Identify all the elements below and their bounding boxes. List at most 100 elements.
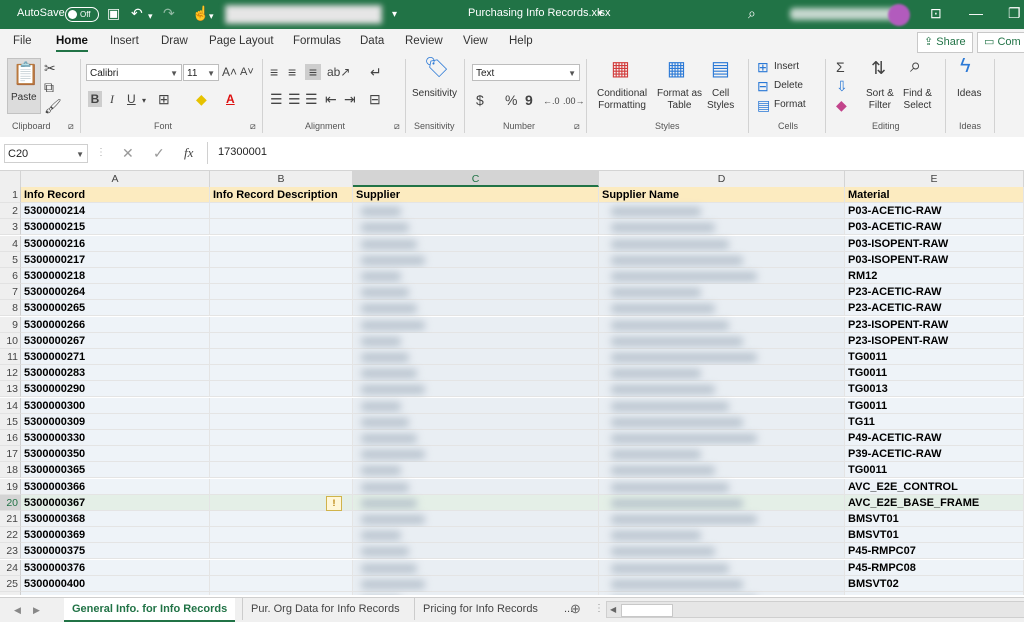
- row-header[interactable]: 1: [0, 187, 21, 203]
- cell-e[interactable]: P03-ISOPENT-RAW: [845, 251, 1024, 268]
- cell-c1[interactable]: Supplier: [353, 187, 599, 203]
- insert-cells-icon[interactable]: ⊞: [757, 59, 769, 75]
- cell-e[interactable]: BMSVT02: [845, 575, 1024, 592]
- cell-a[interactable]: 5300000366: [21, 478, 210, 495]
- delete-cells-label[interactable]: Delete: [774, 80, 803, 92]
- row-header[interactable]: 18: [0, 462, 21, 479]
- share-button[interactable]: ⇪ Share: [917, 32, 973, 53]
- cell-a[interactable]: 5300000214: [21, 203, 210, 220]
- insert-function-icon[interactable]: fx: [184, 145, 193, 161]
- row-header[interactable]: 6: [0, 268, 21, 284]
- restore-icon[interactable]: ❐: [1008, 5, 1021, 21]
- cell-b[interactable]: [210, 446, 353, 463]
- cell-b[interactable]: [210, 332, 353, 349]
- paste-button[interactable]: 📋 Paste: [7, 58, 41, 114]
- file-title[interactable]: Purchasing Info Records.xlsx: [468, 7, 610, 19]
- wrap-text-icon[interactable]: ↵: [370, 64, 382, 80]
- row-header[interactable]: 2: [0, 203, 21, 220]
- cell-a[interactable]: 5300000368: [21, 511, 210, 527]
- tab-draw[interactable]: Draw: [161, 35, 188, 47]
- font-name-combo[interactable]: Calibri ▼: [86, 64, 182, 81]
- row-header[interactable]: 3: [0, 219, 21, 236]
- cell-a[interactable]: 5300000266: [21, 316, 210, 333]
- cell-e[interactable]: P23-ACETIC-RAW: [845, 300, 1024, 317]
- cell-e[interactable]: P23-ISOPENT-RAW: [845, 332, 1024, 349]
- cell-e[interactable]: P23-ACETIC-RAW: [845, 284, 1024, 301]
- enter-icon[interactable]: ✓: [153, 145, 165, 161]
- row-header[interactable]: 9: [0, 316, 21, 333]
- tab-file[interactable]: File: [13, 35, 32, 47]
- delete-cells-icon[interactable]: ⊟: [757, 78, 769, 94]
- cell-e[interactable]: TG11: [845, 413, 1024, 430]
- borders-icon[interactable]: ⊞: [158, 91, 170, 107]
- cell-a[interactable]: 5300000330: [21, 430, 210, 446]
- format-cells-icon[interactable]: ▤: [757, 97, 770, 113]
- touch-mode-icon[interactable]: ☝: [192, 5, 209, 21]
- cell-e[interactable]: TG0011: [845, 462, 1024, 479]
- cancel-icon[interactable]: ✕: [122, 145, 134, 161]
- cell-a[interactable]: 5300000216: [21, 235, 210, 252]
- formula-input[interactable]: 17300001: [207, 142, 1024, 164]
- format-painter-icon[interactable]: 🖌: [44, 98, 62, 114]
- cell-b[interactable]: [210, 365, 353, 382]
- cell-a[interactable]: 5300000376: [21, 559, 210, 576]
- row-header[interactable]: 11: [0, 349, 21, 365]
- cell-b[interactable]: [210, 559, 353, 576]
- tab-insert[interactable]: Insert: [110, 35, 139, 47]
- column-header-a[interactable]: A: [21, 171, 210, 187]
- add-sheet-icon[interactable]: ⊕: [570, 601, 581, 617]
- cell-c[interactable]: [353, 592, 599, 595]
- search-icon[interactable]: ⌕: [748, 5, 756, 21]
- select-all-button[interactable]: [0, 171, 21, 187]
- sheet-tab-pur-org-data[interactable]: Pur. Org Data for Info Records: [242, 598, 408, 620]
- avatar[interactable]: [888, 4, 910, 26]
- cell-b1[interactable]: Info Record Description: [210, 187, 353, 203]
- cell-b[interactable]: [210, 219, 353, 236]
- cell-a[interactable]: 5300000300: [21, 397, 210, 414]
- splitter-icon[interactable]: ⋮: [594, 601, 604, 617]
- merge-center-icon[interactable]: ⊟: [369, 91, 381, 107]
- scroll-left-icon[interactable]: ◀: [610, 602, 616, 617]
- undo-icon[interactable]: ↶: [131, 5, 143, 21]
- sheet-tab-pricing[interactable]: Pricing for Info Records: [414, 598, 546, 620]
- cell-d[interactable]: [599, 592, 845, 595]
- cell-b[interactable]: [210, 203, 353, 220]
- row-header[interactable]: 22: [0, 527, 21, 544]
- tab-page-layout[interactable]: Page Layout: [209, 35, 274, 47]
- row-header[interactable]: 26: [0, 592, 21, 595]
- cell-b[interactable]: [210, 284, 353, 301]
- cell-a[interactable]: 5300000401: [21, 592, 210, 595]
- middle-align-icon[interactable]: ≡: [288, 64, 296, 80]
- undo-dropdown-icon[interactable]: ▾: [148, 8, 153, 24]
- clipboard-launcher-icon[interactable]: ⧄: [68, 118, 74, 134]
- cell-styles-icon[interactable]: ▤: [711, 59, 730, 79]
- row-header[interactable]: 4: [0, 235, 21, 252]
- cell-e1[interactable]: Material: [845, 187, 1024, 203]
- row-header[interactable]: 19: [0, 478, 21, 495]
- row-header[interactable]: 24: [0, 559, 21, 576]
- cell-b[interactable]: [210, 397, 353, 414]
- cell-a[interactable]: 5300000400: [21, 575, 210, 592]
- cell-a[interactable]: 5300000218: [21, 268, 210, 284]
- row-header[interactable]: 13: [0, 381, 21, 398]
- cell-e[interactable]: TG0011: [845, 365, 1024, 382]
- sort-filter-icon[interactable]: ⇅: [871, 59, 886, 77]
- cell-e[interactable]: P49-ACETIC-RAW: [845, 430, 1024, 446]
- cut-icon[interactable]: ✂: [44, 60, 56, 76]
- grow-font-icon[interactable]: A˄: [222, 64, 237, 80]
- cell-b[interactable]: [210, 462, 353, 479]
- cell-e[interactable]: BMSVT01: [845, 511, 1024, 527]
- cell-e[interactable]: P23-ISOPENT-RAW: [845, 316, 1024, 333]
- cell-e[interactable]: P03-ISOPENT-RAW: [845, 235, 1024, 252]
- sensitivity-label[interactable]: Sensitivity: [412, 88, 457, 100]
- tab-view[interactable]: View: [463, 35, 488, 47]
- cell-e[interactable]: TG0013: [845, 381, 1024, 398]
- cell-e[interactable]: TG0011: [845, 397, 1024, 414]
- bold-icon[interactable]: B: [88, 91, 102, 107]
- minimize-icon[interactable]: —: [969, 5, 983, 21]
- cell-a[interactable]: 5300000290: [21, 381, 210, 398]
- cell-a[interactable]: 5300000267: [21, 332, 210, 349]
- ideas-icon[interactable]: ϟ: [960, 56, 971, 76]
- row-header[interactable]: 16: [0, 430, 21, 446]
- cell-b[interactable]: [210, 413, 353, 430]
